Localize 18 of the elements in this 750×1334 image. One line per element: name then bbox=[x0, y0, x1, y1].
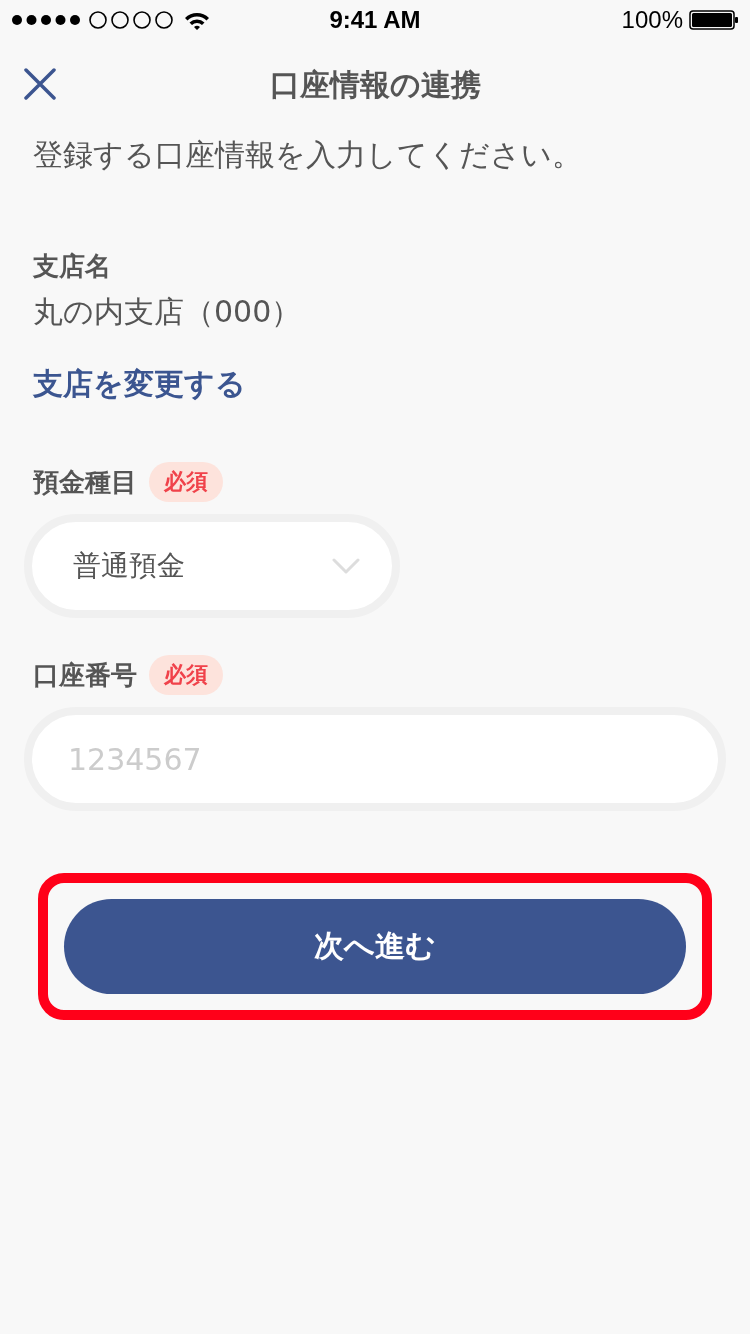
field-label: 口座番号 bbox=[33, 658, 137, 692]
required-badge: 必須 bbox=[149, 655, 223, 695]
select-field[interactable]: 普通預金 bbox=[24, 514, 400, 618]
chevron-icon bbox=[332, 558, 360, 574]
required-badge: 必須 bbox=[149, 462, 223, 502]
field-label: 預金種目 bbox=[33, 465, 137, 499]
next-button[interactable]: 次へ進む bbox=[64, 899, 686, 994]
close-icon bbox=[24, 68, 56, 100]
instruction-text: 登録する口座情報を入力してください。 bbox=[33, 136, 583, 174]
wifi-icon bbox=[184, 10, 210, 30]
field-label: 支店名 bbox=[33, 250, 112, 283]
battery-icon bbox=[689, 10, 738, 30]
battery-percentage: 100% bbox=[621, 6, 683, 34]
branch-name-value: 丸の内支店（000） bbox=[33, 293, 303, 331]
status-time: 9:41 AM bbox=[329, 6, 421, 34]
screen-title: 口座情報の連携 bbox=[269, 66, 481, 104]
signal-strength-icon bbox=[12, 11, 173, 29]
change-branch-link[interactable]: 支店を変更する bbox=[33, 364, 246, 404]
